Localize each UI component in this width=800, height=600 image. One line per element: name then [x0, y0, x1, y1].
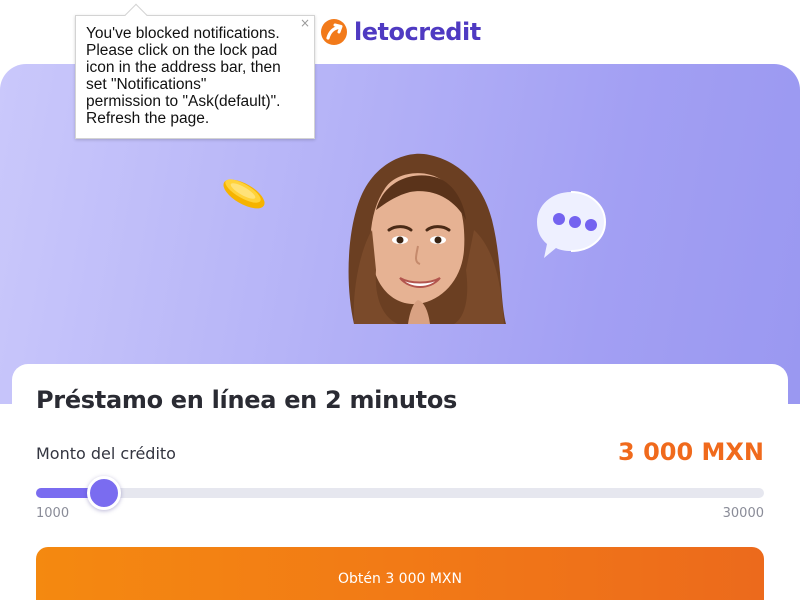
get-loan-button[interactable]: Obtén 3 000 MXN	[36, 547, 764, 600]
logo-mark-icon	[321, 19, 347, 45]
amount-value: 3 000 MXN	[618, 438, 764, 466]
slider-min-label: 1000	[36, 506, 70, 521]
page: letocredit Préstamo en línea en 2 minuto…	[0, 0, 800, 600]
notification-blocked-tooltip: × You've blocked notifications. Please c…	[75, 3, 315, 139]
slider-max-label: 30000	[722, 506, 764, 521]
amount-slider-track[interactable]	[36, 488, 764, 498]
brand-name: letocredit	[354, 18, 481, 46]
brand-logo[interactable]: letocredit	[321, 18, 481, 46]
card-title: Préstamo en línea en 2 minutos	[36, 386, 458, 414]
coin-icon	[223, 179, 265, 209]
chat-bubble-icon	[537, 191, 607, 258]
loan-calculator-card: Préstamo en línea en 2 minutos Monto del…	[12, 364, 788, 600]
amount-slider-handle[interactable]	[87, 476, 122, 510]
woman-portrait	[348, 153, 506, 324]
amount-label: Monto del crédito	[36, 444, 176, 463]
tooltip-message: You've blocked notifications. Please cli…	[86, 25, 281, 127]
